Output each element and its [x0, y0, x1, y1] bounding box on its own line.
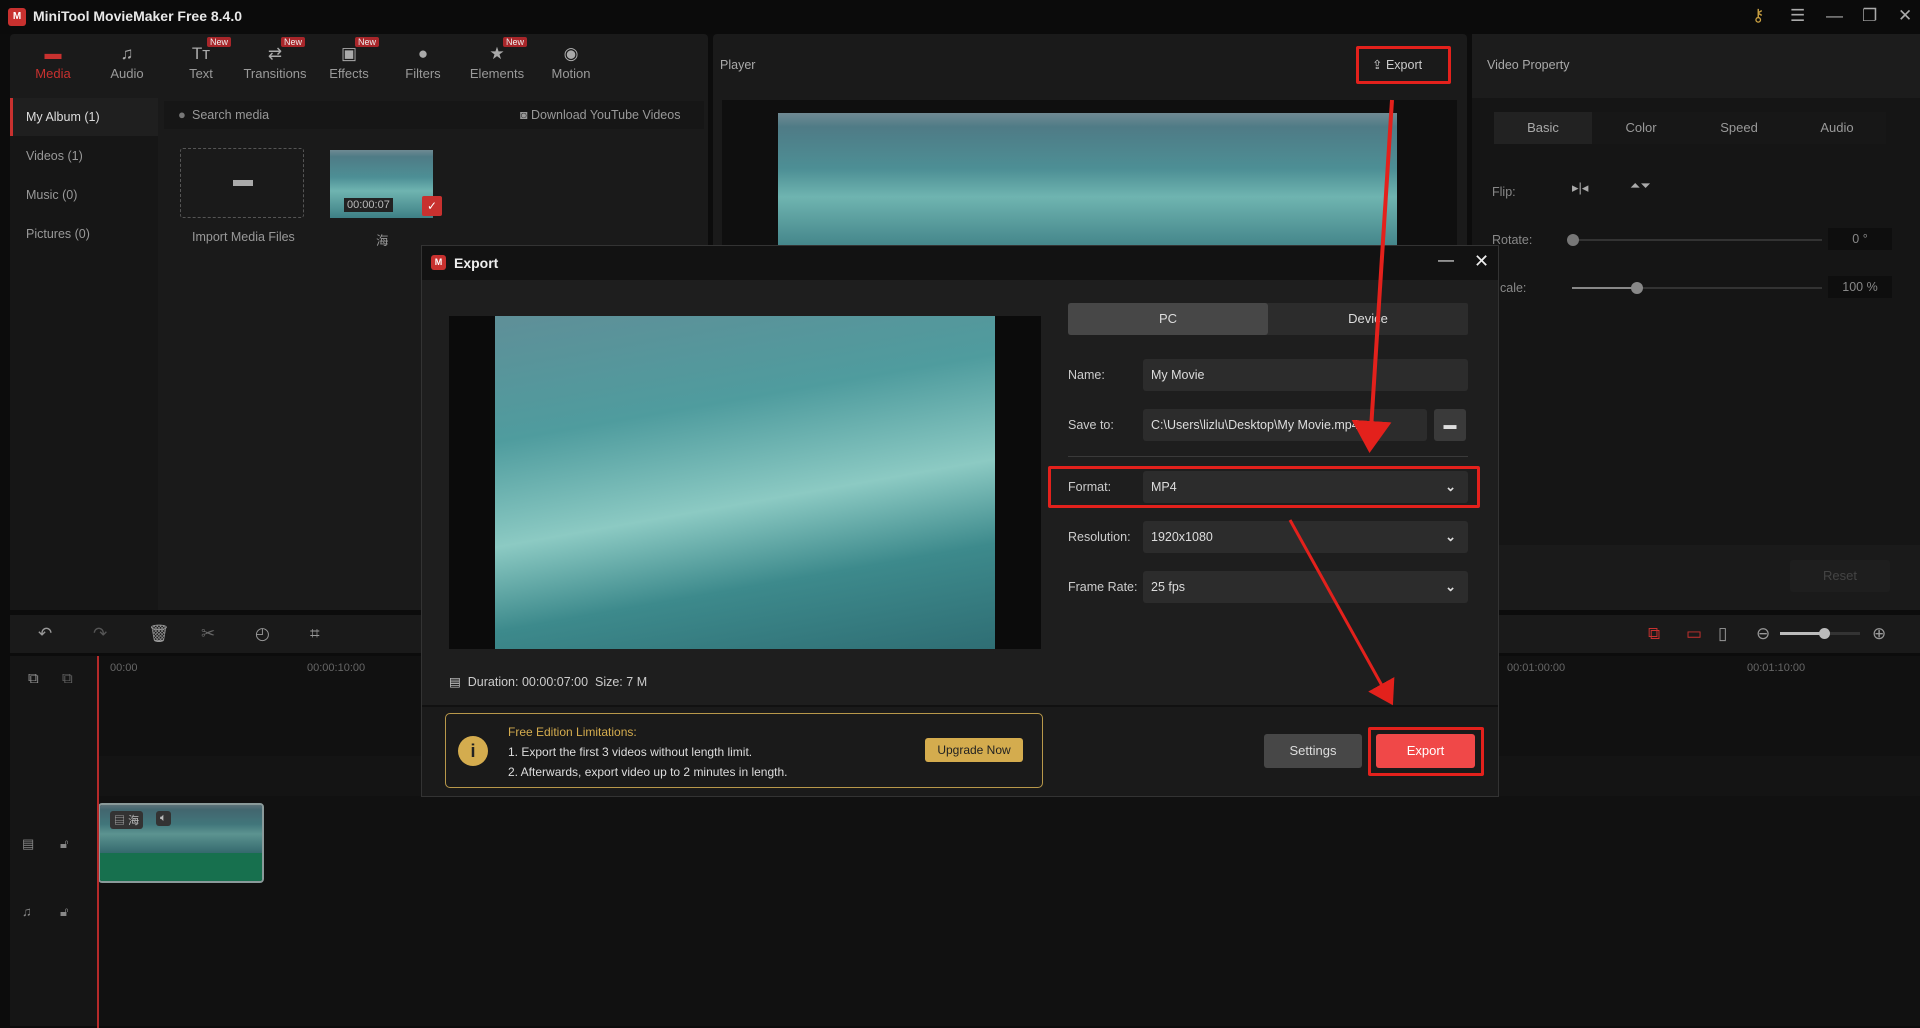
annotation-arrows	[1288, 99, 1395, 706]
arrow-to-export	[1288, 519, 1395, 706]
arrow-to-format	[1351, 99, 1394, 453]
